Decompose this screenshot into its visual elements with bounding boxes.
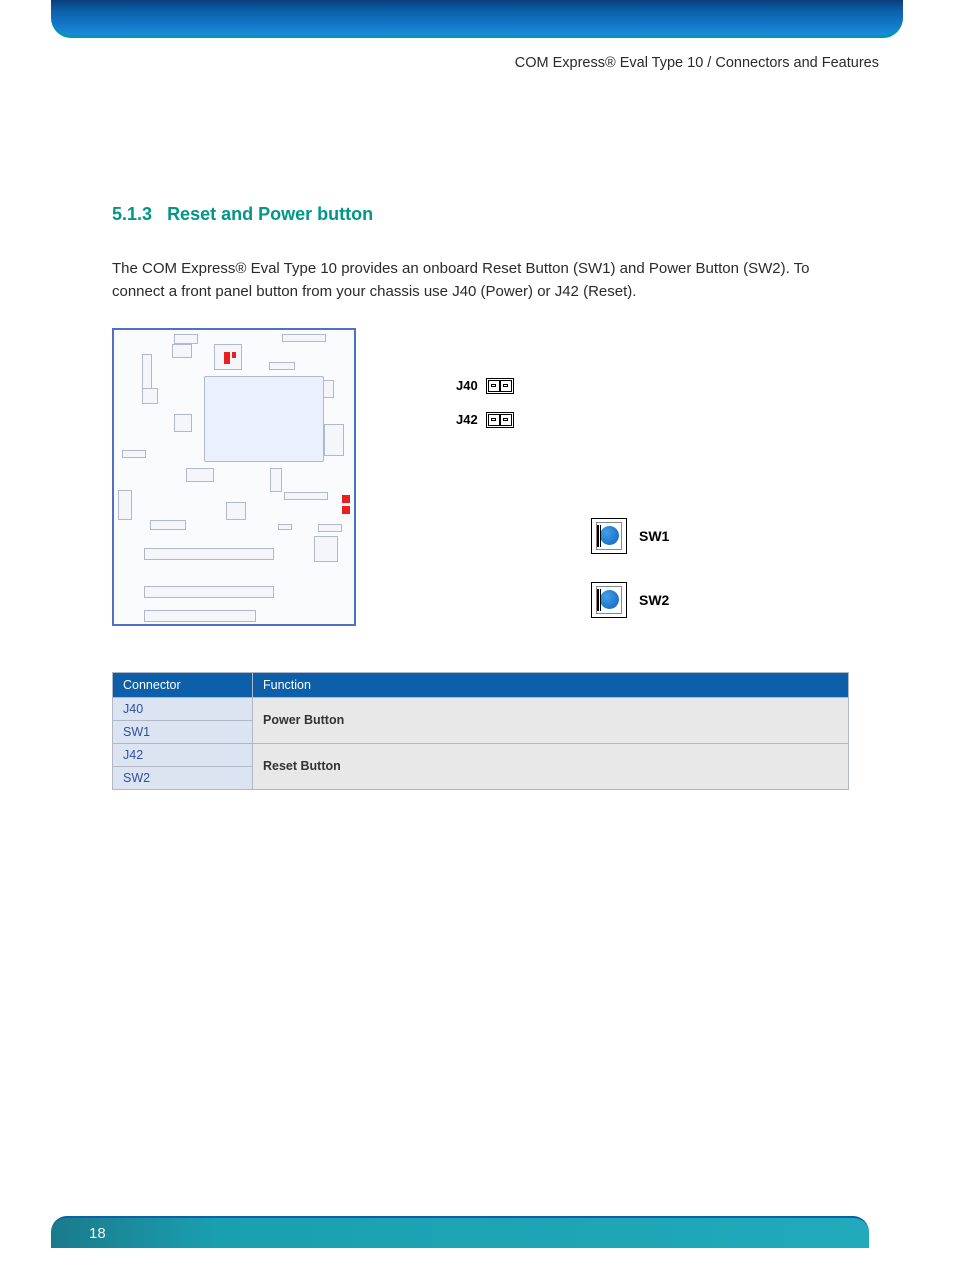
sw1-label: SW1 <box>639 528 669 544</box>
function-cell: Reset Button <box>253 743 849 789</box>
sw2-row: SW2 <box>591 582 669 618</box>
top-banner <box>51 0 903 38</box>
pin-header-icon <box>486 378 514 394</box>
function-cell: Power Button <box>253 697 849 743</box>
table-header-function: Function <box>253 672 849 697</box>
j40-label: J40 <box>456 378 478 393</box>
section-title: Reset and Power button <box>167 204 373 224</box>
table-row: J42 Reset Button <box>113 743 849 766</box>
section-number: 5.1.3 <box>112 204 152 224</box>
board-diagram <box>112 328 356 626</box>
connector-cell: SW2 <box>113 766 253 789</box>
j42-label-row: J42 <box>456 412 669 428</box>
section-heading: 5.1.3 Reset and Power button <box>112 204 849 225</box>
connector-cell: J40 <box>113 697 253 720</box>
sw2-label: SW2 <box>639 592 669 608</box>
connector-table: Connector Function J40 Power Button SW1 … <box>112 672 849 790</box>
table-header-connector: Connector <box>113 672 253 697</box>
section-body: The COM Express® Eval Type 10 provides a… <box>112 257 849 304</box>
pin-header-icon <box>486 412 514 428</box>
table-row: J40 Power Button <box>113 697 849 720</box>
switch-icon <box>591 582 627 618</box>
connector-cell: J42 <box>113 743 253 766</box>
header-breadcrumb: COM Express® Eval Type 10 / Connectors a… <box>515 55 879 71</box>
switch-group: SW1 SW2 <box>456 518 669 618</box>
page-content: 5.1.3 Reset and Power button The COM Exp… <box>0 38 954 790</box>
j40-label-row: J40 <box>456 378 669 394</box>
j42-label: J42 <box>456 412 478 427</box>
connector-cell: SW1 <box>113 720 253 743</box>
diagram-row: J40 J42 <box>112 328 849 646</box>
connector-labels: J40 J42 <box>456 328 669 646</box>
page-number: 18 <box>89 1225 106 1242</box>
sw1-row: SW1 <box>591 518 669 554</box>
switch-icon <box>591 518 627 554</box>
page-footer: 18 <box>51 1216 869 1248</box>
